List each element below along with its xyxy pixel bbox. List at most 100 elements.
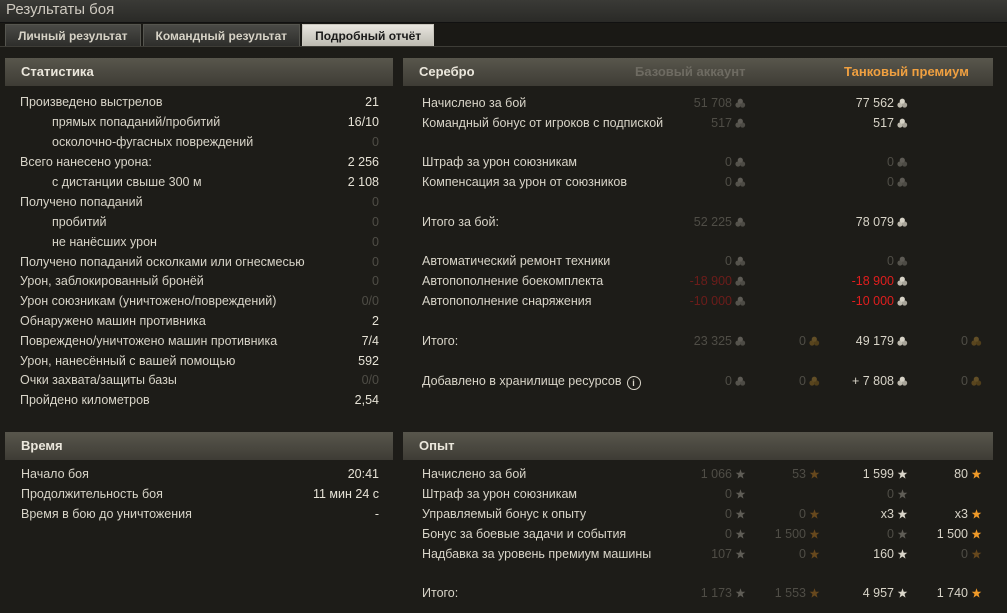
silver-row: Штраф за урон союзникам 0 0 bbox=[422, 153, 982, 171]
xp-prem-value: 0 bbox=[887, 527, 894, 541]
xp-row: Бонус за боевые задачи и события 0 1 500 0 1… bbox=[422, 525, 982, 543]
xp-row-label: Бонус за боевые задачи и события bbox=[422, 527, 627, 541]
xp-base-value: 1 066 bbox=[700, 467, 732, 481]
xp-prem-free: 0 bbox=[961, 547, 968, 561]
free-xp-icon bbox=[809, 509, 820, 519]
time-header: Время bbox=[5, 432, 393, 460]
gold-icon bbox=[971, 336, 982, 346]
free-xp-icon bbox=[809, 549, 820, 559]
stats-row-label: с дистанции свыше 300 м bbox=[52, 175, 202, 189]
credits-icon bbox=[735, 157, 746, 167]
time-row-label: Продолжительность боя bbox=[21, 487, 163, 501]
credits-icon bbox=[897, 336, 908, 346]
stats-row-value: 0/0 bbox=[361, 373, 379, 387]
silver-row-label: Автоматический ремонт техники bbox=[422, 254, 611, 268]
free-xp-icon bbox=[971, 529, 982, 539]
stats-row: Произведено выстрелов 21 bbox=[20, 93, 379, 111]
credits-icon bbox=[897, 296, 908, 306]
stats-row: Получено попаданий осколками или огнесме… bbox=[20, 253, 379, 271]
star-icon bbox=[897, 588, 908, 598]
time-row-value: 11 мин 24 с bbox=[312, 487, 379, 501]
time-row-label: Время в бою до уничтожения bbox=[21, 507, 192, 521]
xp-header: Опыт bbox=[403, 432, 993, 460]
stats-row-value: 2,54 bbox=[354, 393, 379, 407]
silver-base-value: 23 325 bbox=[693, 334, 732, 348]
silver-base-gold: 0 bbox=[799, 334, 806, 348]
free-xp-icon bbox=[971, 469, 982, 479]
silver-row-label: Добавлено в хранилище ресурсов bbox=[422, 374, 622, 388]
silver-base-value: 0 bbox=[725, 374, 732, 388]
credits-icon bbox=[897, 157, 908, 167]
time-row: Начало боя 20:41 bbox=[21, 465, 379, 483]
star-icon bbox=[735, 529, 746, 539]
stats-row-label: Обнаружено машин противника bbox=[20, 314, 206, 328]
silver-row-label: Компенсация за урон от союзников bbox=[422, 175, 627, 189]
xp-base-value: 0 bbox=[725, 507, 732, 521]
credits-icon bbox=[897, 177, 908, 187]
credits-icon bbox=[897, 118, 908, 128]
silver-row: Итого: 23 325 0 49 179 0 bbox=[422, 332, 982, 350]
stats-row: Пройдено километров 2,54 bbox=[20, 391, 379, 409]
stats-row: Урон, заблокированный бронёй 0 bbox=[20, 272, 379, 290]
credits-icon bbox=[735, 376, 746, 386]
stats-row: прямых попаданий/пробитий 16/10 bbox=[52, 113, 379, 131]
tab-personal[interactable]: Личный результат bbox=[5, 24, 141, 46]
silver-prem-gold: 0 bbox=[961, 374, 968, 388]
tab-detailed[interactable]: Подробный отчёт bbox=[302, 24, 435, 46]
time-row-value: - bbox=[374, 507, 379, 521]
star-icon bbox=[897, 469, 908, 479]
star-icon bbox=[897, 509, 908, 519]
time-row: Время в бою до уничтожения - bbox=[21, 505, 379, 523]
stats-row-value: 592 bbox=[358, 354, 379, 368]
silver-prem-value: 0 bbox=[887, 155, 894, 169]
xp-base-free: 0 bbox=[799, 507, 806, 521]
free-xp-icon bbox=[809, 588, 820, 598]
xp-row: Надбавка за уровень премиум машины 107 0 16… bbox=[422, 545, 982, 563]
xp-base-value: 1 173 bbox=[700, 586, 732, 600]
credits-icon bbox=[735, 98, 746, 108]
silver-row: Командный бонус от игроков с подпиской 51… bbox=[422, 114, 982, 132]
stats-row-label: прямых попаданий/пробитий bbox=[52, 115, 221, 129]
stats-row-value: 0 bbox=[372, 255, 379, 269]
xp-row-label: Итого: bbox=[422, 586, 459, 600]
silver-panel: Серебро Базовый аккаунт Танковый премиум… bbox=[403, 58, 993, 418]
stats-row-value: 0 bbox=[372, 274, 379, 288]
stats-row: Урон союзникам (уничтожено/повреждений) 0… bbox=[20, 292, 379, 310]
stats-row-label: Урон, заблокированный бронёй bbox=[20, 274, 204, 288]
stats-row: Получено попаданий 0 bbox=[20, 193, 379, 211]
silver-title: Серебро bbox=[419, 64, 475, 79]
time-title: Время bbox=[21, 438, 63, 453]
xp-base-value: 0 bbox=[725, 527, 732, 541]
silver-col-premium: Танковый премиум bbox=[844, 64, 969, 79]
stats-row-label: Повреждено/уничтожено машин противника bbox=[20, 334, 278, 348]
stats-row: Очки захвата/защиты базы 0/0 bbox=[20, 371, 379, 389]
report-body: Статистика Произведено выстрелов 21 прямых… bbox=[0, 46, 1007, 613]
stats-row-value: 0 bbox=[372, 215, 379, 229]
credits-icon bbox=[735, 217, 746, 227]
tab-bar: Личный результат Командный результат Под… bbox=[5, 24, 436, 46]
silver-row: Итого за бой: 52 225 78 079 bbox=[422, 213, 982, 231]
info-icon[interactable]: i bbox=[626, 376, 641, 390]
xp-panel: Опыт Начислено за бой 1 066 53 1 599 80 Штраф… bbox=[403, 432, 993, 612]
credits-icon bbox=[735, 336, 746, 346]
xp-base-value: 0 bbox=[725, 487, 732, 501]
tab-team[interactable]: Командный результат bbox=[142, 24, 301, 46]
free-xp-icon bbox=[971, 509, 982, 519]
silver-row-label: Итого за бой: bbox=[422, 215, 499, 229]
gold-icon bbox=[809, 376, 820, 386]
xp-row: Итого: 1 173 1 553 4 957 1 740 bbox=[422, 584, 982, 602]
xp-prem-value: 160 bbox=[873, 547, 894, 561]
silver-row: Автопополнение снаряжения -10 000 -10 000 bbox=[422, 292, 982, 310]
gold-icon bbox=[971, 376, 982, 386]
star-icon bbox=[735, 509, 746, 519]
stats-row-value: 7/4 bbox=[361, 334, 379, 348]
star-icon bbox=[897, 549, 908, 559]
stats-row: Всего нанесено урона: 2 256 bbox=[20, 153, 379, 171]
stats-row-value: 0 bbox=[372, 135, 379, 149]
silver-row-label: Штраф за урон союзникам bbox=[422, 155, 578, 169]
window-titlebar: Результаты боя bbox=[0, 0, 1007, 23]
xp-row-label: Начислено за бой bbox=[422, 467, 527, 481]
credits-icon bbox=[897, 98, 908, 108]
silver-prem-value: 77 562 bbox=[855, 96, 894, 110]
gold-icon bbox=[809, 336, 820, 346]
